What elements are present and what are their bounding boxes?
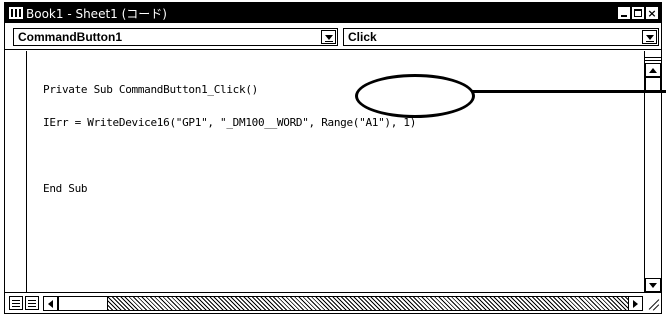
arrow-up-icon <box>649 67 657 73</box>
size-grip[interactable] <box>645 296 661 311</box>
scroll-right-button[interactable] <box>628 296 643 311</box>
arrow-right-icon <box>633 299 638 308</box>
close-icon: × <box>647 6 657 20</box>
close-button[interactable]: × <box>645 6 659 20</box>
callout-line <box>472 90 666 93</box>
scroll-up-button[interactable] <box>645 63 661 77</box>
window-controls: × <box>617 3 661 23</box>
object-combobox[interactable]: CommandButton1 <box>13 28 338 46</box>
minimize-button[interactable] <box>617 6 631 20</box>
vba-module-icon <box>9 7 23 19</box>
code-window: Book1 - Sheet1 (コード) × CommandButton1 Cl… <box>4 2 662 314</box>
scroll-left-button[interactable] <box>43 296 58 311</box>
procedure-combobox-value: Click <box>348 30 377 44</box>
scroll-down-button[interactable] <box>645 278 661 292</box>
horizontal-scroll-thumb[interactable] <box>58 296 108 311</box>
code-line: IErr = WriteDevice16("GP1", "_DM100__WOR… <box>43 116 417 129</box>
procedure-combobox[interactable]: Click <box>343 28 659 46</box>
code-window-bottom-bar <box>5 292 661 313</box>
full-module-view-button[interactable] <box>25 296 39 310</box>
window-title: Book1 - Sheet1 (コード) <box>26 6 167 21</box>
code-editor[interactable]: Private Sub CommandButton1_Click() IErr … <box>5 51 645 292</box>
code-margin-indicator-bar[interactable] <box>5 51 27 292</box>
chevron-down-icon <box>324 34 333 42</box>
object-combobox-value: CommandButton1 <box>18 30 122 44</box>
maximize-icon <box>634 9 642 17</box>
title-bar[interactable]: Book1 - Sheet1 (コード) × <box>5 3 661 23</box>
full-module-view-icon <box>28 299 36 301</box>
highlight-ellipse <box>355 74 475 118</box>
maximize-button[interactable] <box>631 6 645 20</box>
arrow-down-icon <box>649 282 657 288</box>
chevron-down-icon <box>645 34 654 42</box>
arrow-left-icon <box>48 299 53 308</box>
code-text[interactable]: Private Sub CommandButton1_Click() IErr … <box>43 62 416 216</box>
vertical-scrollbar[interactable] <box>645 51 661 292</box>
code-line: End Sub <box>43 182 88 195</box>
minimize-icon <box>621 15 627 17</box>
object-dropdown-button[interactable] <box>321 30 336 44</box>
procedure-dropdown-button[interactable] <box>642 30 657 44</box>
procedure-view-icon <box>12 299 20 301</box>
code-toolbar: CommandButton1 Click <box>5 24 661 50</box>
split-bar-handle[interactable] <box>645 57 661 61</box>
horizontal-scrollbar[interactable] <box>43 296 643 311</box>
procedure-view-button[interactable] <box>9 296 23 310</box>
vertical-scroll-thumb[interactable] <box>645 77 661 91</box>
